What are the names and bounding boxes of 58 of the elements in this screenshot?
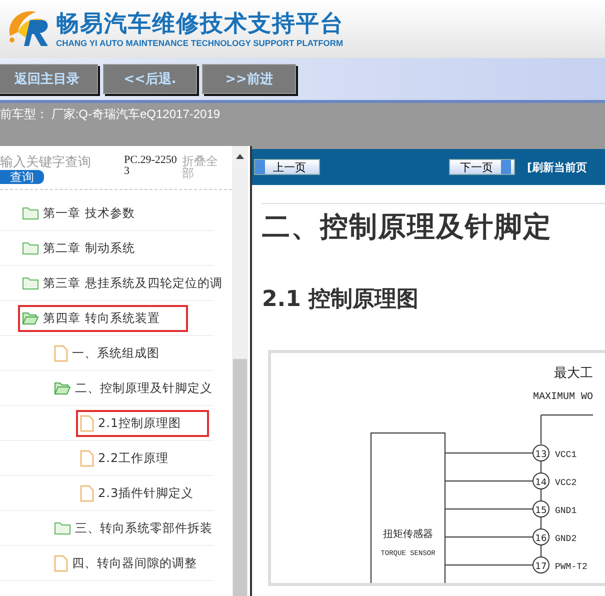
tree-item[interactable]: 第三章 悬挂系统及四轮定位的调 [18, 270, 226, 296]
open-folder-icon [22, 311, 39, 325]
pin-label: PWM-T2 [555, 562, 588, 572]
folder-icon [22, 206, 39, 220]
previous-page-button[interactable]: 上一页 [254, 159, 320, 175]
pin-number: 15 [535, 506, 547, 516]
wire-line [540, 414, 594, 444]
tree-item[interactable]: 二、控制原理及针脚定义 [50, 374, 216, 402]
pin-label: VCC2 [555, 478, 577, 488]
page-icon [80, 450, 94, 466]
pin-circle [532, 472, 550, 490]
next-page-button[interactable]: 下一页 [449, 159, 515, 175]
pin-number: 17 [535, 562, 547, 572]
pin-number: 14 [535, 478, 547, 488]
tree-item[interactable]: 第四章 转向系统装置 [18, 304, 188, 332]
wire-line [540, 488, 542, 502]
pin-circle [532, 556, 550, 574]
tree-item[interactable]: 第二章 制动系统 [18, 234, 139, 262]
pin-circle [532, 500, 550, 518]
page-icon [54, 554, 68, 572]
tree-item[interactable]: 2.2工作原理 [76, 444, 173, 472]
refresh-link[interactable]: [刷新当前页 [527, 160, 588, 174]
diagram-title: 最大工 [554, 366, 593, 381]
vehicle-info: 前车型： 厂家:Q-奇瑞汽车eQ12017-2019 [0, 106, 220, 123]
section-heading: 2.1 控制原理图 [262, 286, 420, 314]
scrollbar[interactable] [232, 146, 248, 596]
pin-number: 13 [535, 450, 547, 460]
tree-item[interactable]: 2.1控制原理图 [76, 410, 210, 436]
pin-label: GND1 [555, 506, 577, 516]
site-subtitle: CHANG YI AUTO MAINTENANCE TECHNOLOGY SUPPORT PLATFORM [56, 38, 344, 48]
tree-item[interactable]: 2.3插件针脚定义 [76, 480, 198, 506]
page-heading: 二、控制原理及针脚定 [262, 203, 605, 246]
pin-label: VCC1 [555, 450, 577, 460]
folder-icon [54, 521, 71, 535]
wire-line [540, 544, 542, 558]
page-icon [80, 484, 94, 502]
pin-number: 16 [535, 534, 547, 544]
site-title: 畅易汽车维修技术支持平台 [56, 10, 344, 38]
folder-icon [22, 276, 39, 290]
folder-icon [22, 241, 39, 255]
sensor-label: 扭矩传感器 [383, 529, 433, 540]
pin-circle [532, 528, 550, 546]
search-button[interactable]: 查询 [0, 170, 44, 184]
page-icon [80, 414, 94, 432]
tree-item[interactable]: 第一章 技术参数 [18, 200, 139, 226]
pin-circle [532, 444, 550, 462]
tree-item[interactable]: 一、系统组成图 [50, 340, 164, 366]
wire-line [540, 516, 542, 530]
code-text: PC.29-22503 [124, 155, 178, 177]
tree-item[interactable]: 三、转向系统零部件拆装 [50, 514, 216, 542]
scroll-thumb[interactable] [233, 359, 247, 596]
tree-item[interactable]: 四、转向器间隙的调整 [50, 550, 201, 576]
scroll-up-icon[interactable] [236, 154, 244, 159]
diagram-subtitle: MAXIMUM WO [532, 392, 593, 403]
wire-line [540, 460, 542, 474]
pin-label: GND2 [555, 534, 577, 544]
open-folder-icon [54, 381, 71, 395]
page-icon [54, 344, 68, 362]
